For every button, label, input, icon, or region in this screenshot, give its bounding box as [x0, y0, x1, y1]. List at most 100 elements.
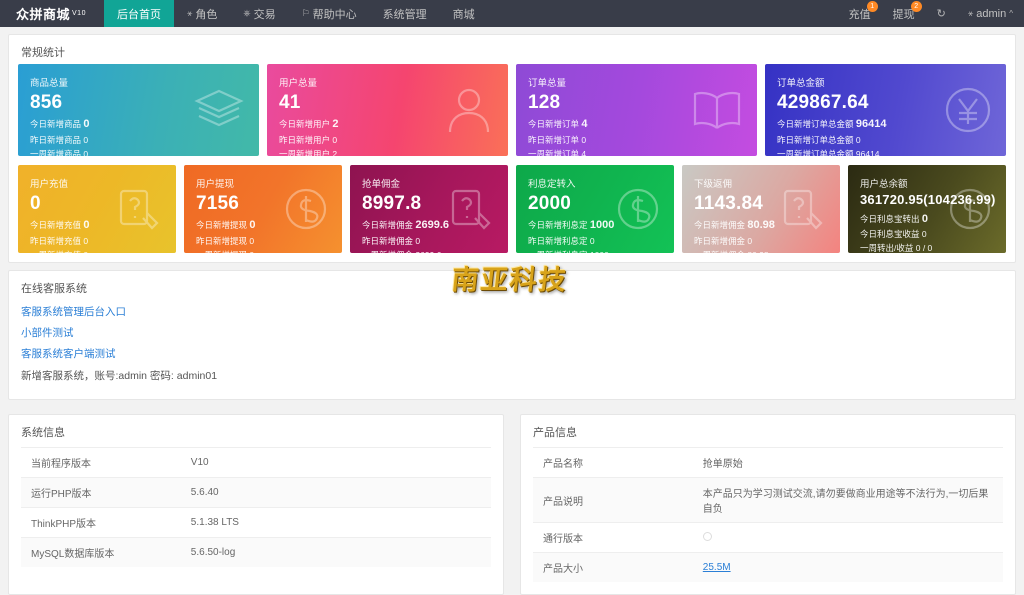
card-row: 今日新增商品 0: [30, 116, 247, 134]
product-panel-title: 产品信息: [533, 427, 577, 440]
card-row: 今日新增订单总金额 96414: [777, 116, 994, 134]
nav-item-refresh[interactable]: ↻: [926, 0, 957, 27]
card-row-label: 昨日新增利息定: [528, 236, 588, 247]
card-row-value: 2699.6: [415, 250, 441, 253]
service-panel-title: 在线客服系统: [21, 283, 87, 295]
card-title: 订单总量: [528, 78, 567, 89]
nav-item-dashboard[interactable]: 后台首页: [103, 0, 174, 27]
top-navbar: 众拼商城 V10 后台首页 ⚹ 角色 ⎈ 交易 ⚐ 帮助中心 系统管理 商城 充值…: [0, 0, 1024, 27]
card-row: 今日利息宝转出 0: [860, 211, 994, 229]
nav-items: 后台首页 ⚹ 角色 ⎈ 交易 ⚐ 帮助中心 系统管理 商城: [103, 0, 488, 27]
nav-item-withdraw[interactable]: 提现 2: [882, 0, 926, 27]
card-value: 1143.84: [694, 193, 764, 214]
user-icon: ⚹: [186, 8, 193, 18]
card-row: 一周新增订单总金额 96414: [777, 148, 994, 156]
card-row-label: 昨日新增订单: [528, 135, 580, 146]
card-row-value: 0: [83, 236, 89, 247]
card-row-value: 0: [83, 219, 90, 232]
card-row-value: 0: [581, 135, 587, 146]
flag-icon: ⚐: [301, 8, 310, 18]
card-row-label: 一周新增用户: [279, 148, 331, 156]
nav-item-label: 帮助中心: [312, 8, 357, 21]
card-value: 0: [30, 193, 41, 214]
system-table-wrap: 当前程序版本 V10 运行PHP版本 5.6.40 ThinkPHP版本 5.1…: [9, 444, 503, 579]
card-row: 一周转出/收益 0 / 0: [860, 242, 994, 253]
nav-item-help-center[interactable]: ⚐ 帮助中心: [289, 0, 370, 27]
card-row-value: 96414: [855, 148, 880, 156]
card-value: 8997.8: [362, 193, 422, 214]
card-value: 361720.95(104236.99): [860, 192, 996, 207]
card-row-label: 一周新增提现: [196, 250, 247, 253]
service-admin-entry-link[interactable]: 客服系统管理后台入口: [21, 302, 1003, 323]
stat-card-order-total[interactable]: 订单总量 128 今日新增订单 4 昨日新增订单 0 一周新增订单 4: [516, 64, 757, 156]
card-row-value: 0: [855, 135, 861, 146]
card-row-value: 0: [83, 135, 89, 146]
stat-card-user-total-balance[interactable]: 用户总余额 361720.95(104236.99) 今日利息宝转出 0 今日利…: [848, 165, 1006, 253]
card-row-label: 昨日新增佣金: [362, 236, 414, 247]
card-row: 昨日新增佣金 0: [694, 235, 828, 249]
card-row-value: 0: [747, 236, 753, 247]
stat-card-user-withdraw[interactable]: 用户提现 7156 今日新增提现 0 昨日新增提现 0 一周新增提现 0: [184, 165, 342, 253]
system-panel-title: 系统信息: [21, 427, 65, 440]
stat-card-user-recharge[interactable]: 用户充值 0 今日新增充值 0 昨日新增充值 0 一周新增充值 0: [18, 165, 176, 253]
card-row-label: 今日利息宝转出: [860, 213, 920, 224]
card-row-label: 一周新增佣金: [694, 250, 745, 253]
card-row: 昨日新增充值 0: [30, 235, 164, 249]
stat-card-subordinate-rebate[interactable]: 下级返佣 1143.84 今日新增佣金 80.98 昨日新增佣金 0 一周新增佣…: [682, 165, 840, 253]
product-size-link[interactable]: 25.5M: [703, 562, 731, 573]
row-key: 产品大小: [533, 552, 693, 583]
row-value: [692, 522, 1003, 553]
card-row-value: 80.98: [747, 219, 775, 232]
nav-item-label: 后台首页: [116, 8, 161, 21]
card-row: 一周新增用户 2: [279, 148, 496, 156]
stat-card-interest-transfer-in[interactable]: 利息定转入 2000 今日新增利息定 1000 昨日新增利息定 0 一周新增利息…: [516, 165, 674, 253]
row-key: 运行PHP版本: [21, 477, 181, 508]
card-row: 今日新增利息定 1000: [528, 217, 662, 235]
stat-card-order-commission[interactable]: 抢单佣金 8997.8 今日新增佣金 2699.6 昨日新增佣金 0 一周新增佣…: [350, 165, 508, 253]
stat-cards-row-1: 商品总量 856 今日新增商品 0 昨日新增商品 0 一周新增商品 0 用户总量…: [9, 64, 1015, 165]
nav-item-mall[interactable]: 商城: [440, 0, 488, 27]
nav-item-recharge[interactable]: 充值 1: [838, 0, 882, 27]
table-row: 当前程序版本 V10: [21, 447, 491, 478]
card-title: 用户总量: [279, 78, 318, 89]
card-row: 今日利息宝收益 0: [860, 228, 994, 242]
client-test-link[interactable]: 客服系统客户端测试: [21, 344, 1003, 365]
card-row-value: 80.98: [747, 250, 768, 253]
card-value: 41: [279, 92, 301, 113]
card-row-value: 0: [249, 236, 255, 247]
nav-item-system-management[interactable]: 系统管理: [370, 0, 440, 27]
nav-item-role[interactable]: ⚹ 角色: [174, 0, 230, 27]
card-row-label: 一周新增佣金: [362, 250, 413, 253]
card-row: 昨日新增利息定 0: [528, 235, 662, 249]
card-row: 一周新增佣金 80.98: [694, 249, 828, 253]
table-row: 产品说明 本产品只为学习测试交流,请勿要做商业用途等不法行为,一切后果自负: [533, 477, 1003, 523]
stat-card-order-amount[interactable]: 订单总金额 429867.64 今日新增订单总金额 96414 昨日新增订单总金…: [765, 64, 1006, 156]
card-row-value: 0: [415, 236, 421, 247]
row-value: V10: [180, 447, 491, 478]
row-key: 当前程序版本: [21, 447, 181, 478]
table-row: 产品名称 抢单原始: [533, 447, 1003, 478]
online-service-panel: 在线客服系统 客服系统管理后台入口 小部件测试 客服系统客户端测试 新增客服系统…: [8, 270, 1016, 401]
card-row-value: 4: [581, 118, 588, 131]
brand-logo[interactable]: 众拼商城 V10: [0, 0, 104, 27]
card-row-label: 昨日新增充值: [30, 236, 82, 247]
nav-item-label: 交易: [253, 8, 276, 21]
row-value: 5.6.50-log: [180, 537, 491, 568]
widget-test-link[interactable]: 小部件测试: [21, 323, 1003, 344]
card-row-label: 今日新增佣金: [694, 220, 746, 231]
card-row-value: 0: [921, 229, 927, 240]
card-row-label: 昨日新增商品: [30, 135, 82, 146]
card-value: 7156: [196, 193, 240, 214]
card-value: 856: [30, 92, 63, 113]
card-row-label: 一周新增商品: [30, 148, 82, 156]
nav-item-account[interactable]: ⚹ admin ^: [957, 0, 1024, 27]
stat-card-user-total[interactable]: 用户总量 41 今日新增用户 2 昨日新增用户 0 一周新增用户 2: [267, 64, 508, 156]
card-title: 下级返佣: [694, 179, 733, 190]
row-key: 产品名称: [533, 447, 693, 478]
row-key: MySQL数据库版本: [21, 537, 181, 568]
row-value: 抢单原始: [692, 447, 1003, 478]
card-row-value: 0: [83, 148, 89, 156]
nav-item-trade[interactable]: ⎈ 交易: [230, 0, 288, 27]
stat-card-product-total[interactable]: 商品总量 856 今日新增商品 0 昨日新增商品 0 一周新增商品 0: [18, 64, 259, 156]
card-value: 429867.64: [777, 92, 869, 113]
